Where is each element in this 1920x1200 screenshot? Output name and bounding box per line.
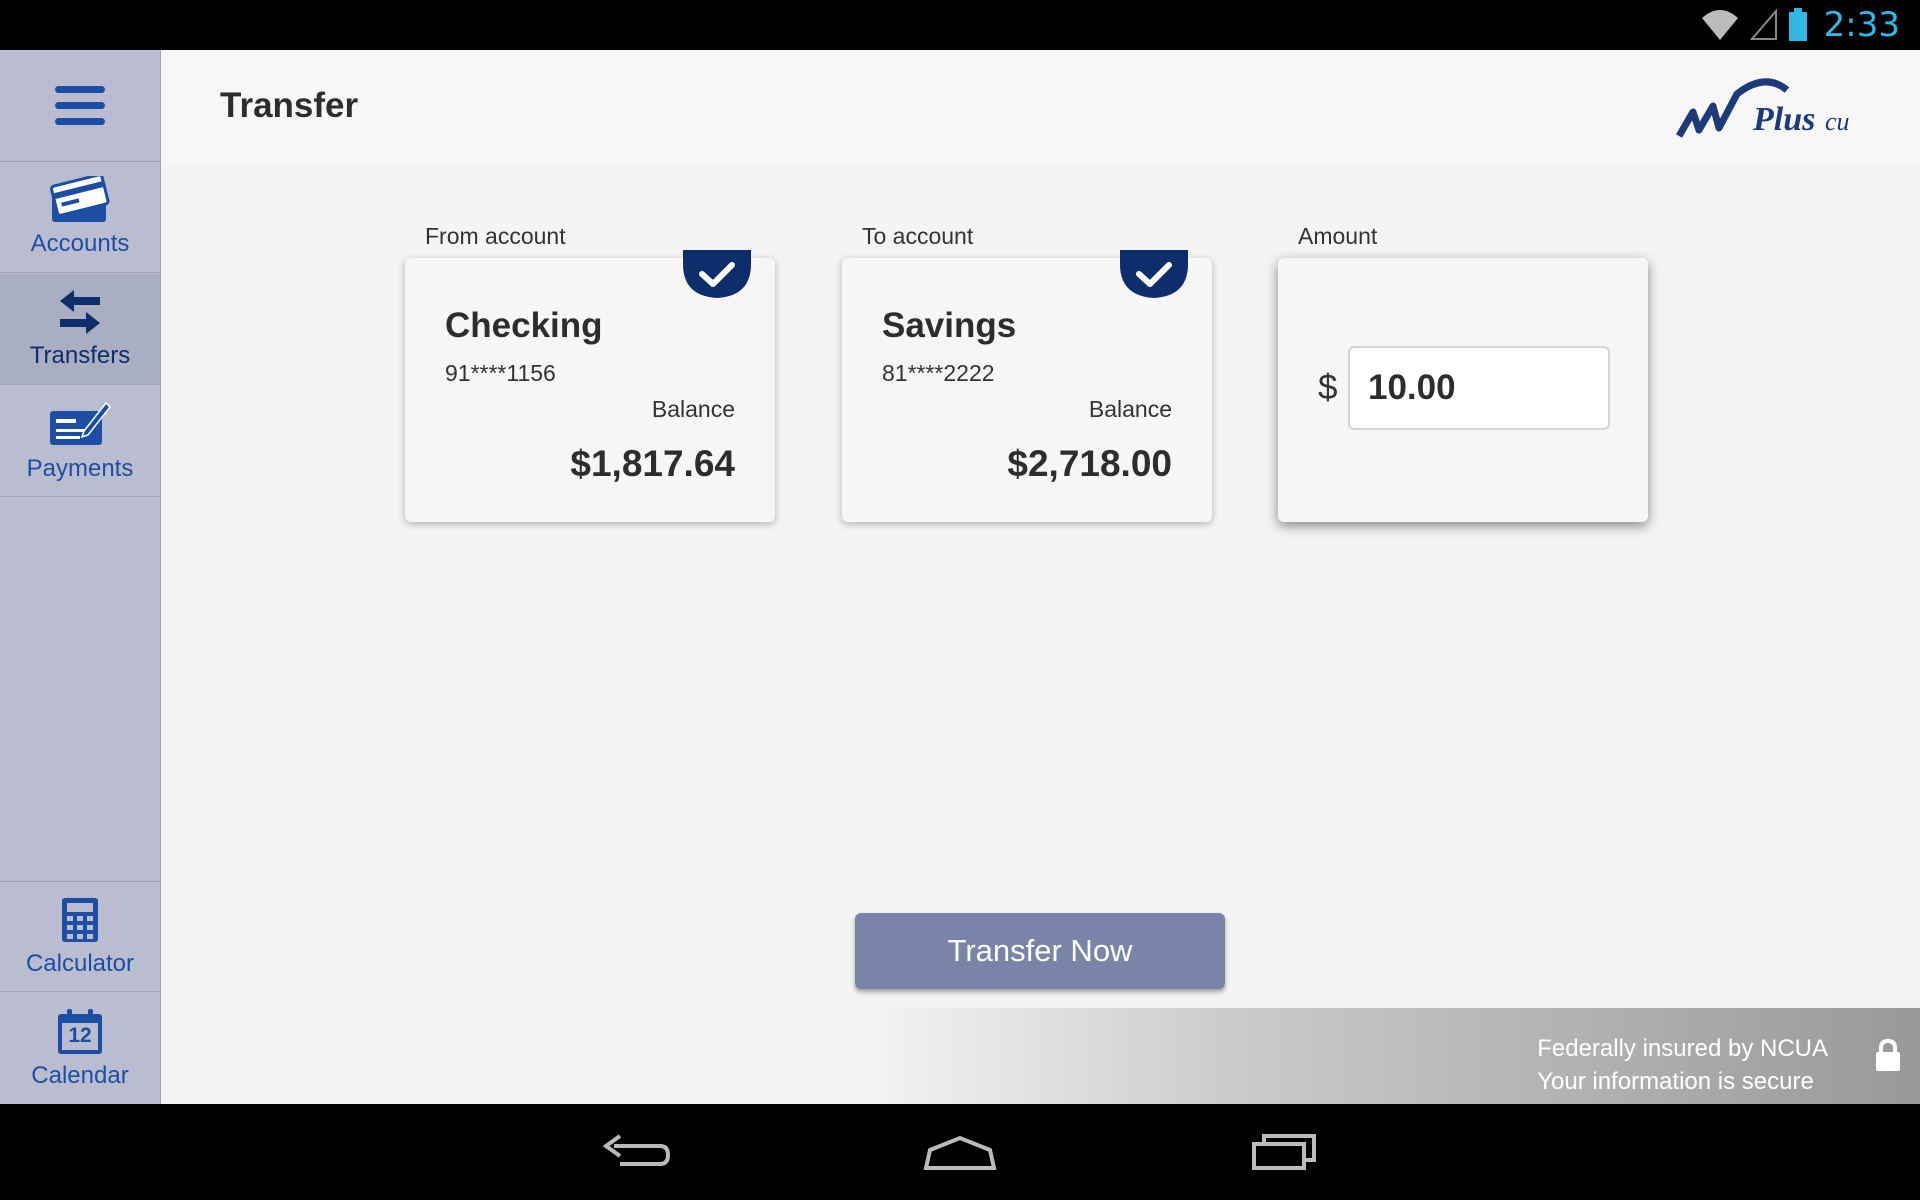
sidebar: Accounts Transfers Payments Calculator 1… xyxy=(0,50,161,1104)
amount-label: Amount xyxy=(1298,223,1378,249)
lock-icon xyxy=(1876,1038,1900,1071)
balance-value: $2,718.00 xyxy=(1007,443,1172,484)
status-clock: 2:33 xyxy=(1823,5,1900,45)
sidebar-item-calculator[interactable]: Calculator xyxy=(0,881,160,992)
sidebar-item-payments[interactable]: Payments xyxy=(0,386,160,497)
ncua-notice: Federally insured by NCUA xyxy=(1537,1035,1828,1062)
from-account-label: From account xyxy=(425,223,566,249)
check-payment-icon xyxy=(50,401,112,445)
account-name: Checking xyxy=(445,306,603,345)
svg-text:Plus: Plus xyxy=(1752,101,1815,138)
currency-symbol: $ xyxy=(1318,368,1338,407)
amount-input[interactable] xyxy=(1348,346,1610,430)
sidebar-item-label: Accounts xyxy=(30,230,130,257)
battery-icon xyxy=(1788,8,1807,41)
nwplus-logo: Plus cu xyxy=(1675,78,1850,138)
account-number: 81****2222 xyxy=(882,360,995,386)
account-name: Savings xyxy=(882,306,1017,345)
security-footer: Federally insured by NCUA Your informati… xyxy=(161,1008,1920,1104)
sidebar-item-label: Calendar xyxy=(31,1061,129,1089)
transfer-arrows-icon xyxy=(60,290,100,334)
to-account-label: To account xyxy=(862,223,974,249)
balance-label: Balance xyxy=(651,396,735,422)
home-icon[interactable] xyxy=(922,1128,998,1176)
status-icons: 2:33 xyxy=(1700,0,1900,50)
credit-card-icon xyxy=(50,176,110,222)
calculator-icon xyxy=(62,897,98,942)
app-window: Accounts Transfers Payments Calculator 1… xyxy=(0,50,1920,1104)
sidebar-item-label: Payments xyxy=(26,455,134,482)
sidebar-item-calendar[interactable]: 12 Calendar xyxy=(0,993,160,1104)
secure-notice: Your information is secure xyxy=(1537,1068,1814,1095)
hamburger-menu-icon xyxy=(55,85,105,125)
page-title: Transfer xyxy=(220,86,359,125)
transfer-now-button[interactable]: Transfer Now xyxy=(855,913,1225,989)
sidebar-item-accounts[interactable]: Accounts xyxy=(0,162,160,273)
selected-check-icon xyxy=(1120,250,1188,298)
to-account-card[interactable]: Savings 81****2222 Balance $2,718.00 xyxy=(842,250,1212,522)
calendar-day: 12 xyxy=(68,1023,92,1047)
header: Transfer Plus cu xyxy=(161,50,1920,162)
wifi-icon xyxy=(1701,10,1738,40)
navigation-bar xyxy=(0,1104,1920,1200)
cell-signal-icon xyxy=(1749,9,1777,40)
svg-text:cu: cu xyxy=(1825,107,1850,136)
security-text: Federally insured by NCUA Your informati… xyxy=(1537,1032,1828,1098)
menu-button[interactable] xyxy=(0,50,160,162)
sidebar-item-transfers[interactable]: Transfers xyxy=(0,274,160,385)
status-bar: 2:33 xyxy=(0,0,1920,50)
main-content: Transfer Plus cu From account To account… xyxy=(161,50,1920,1104)
balance-label: Balance xyxy=(1088,396,1172,422)
selected-check-icon xyxy=(683,250,751,298)
recent-apps-icon[interactable] xyxy=(1250,1128,1320,1176)
from-account-card[interactable]: Checking 91****1156 Balance $1,817.64 xyxy=(405,250,775,522)
amount-card: $ xyxy=(1278,258,1648,522)
sidebar-item-label: Transfers xyxy=(29,342,131,369)
sidebar-item-label: Calculator xyxy=(25,949,135,977)
balance-value: $1,817.64 xyxy=(570,443,735,484)
account-number: 91****1156 xyxy=(445,360,556,386)
calendar-icon: 12 xyxy=(56,1008,104,1056)
back-icon[interactable] xyxy=(600,1128,672,1176)
